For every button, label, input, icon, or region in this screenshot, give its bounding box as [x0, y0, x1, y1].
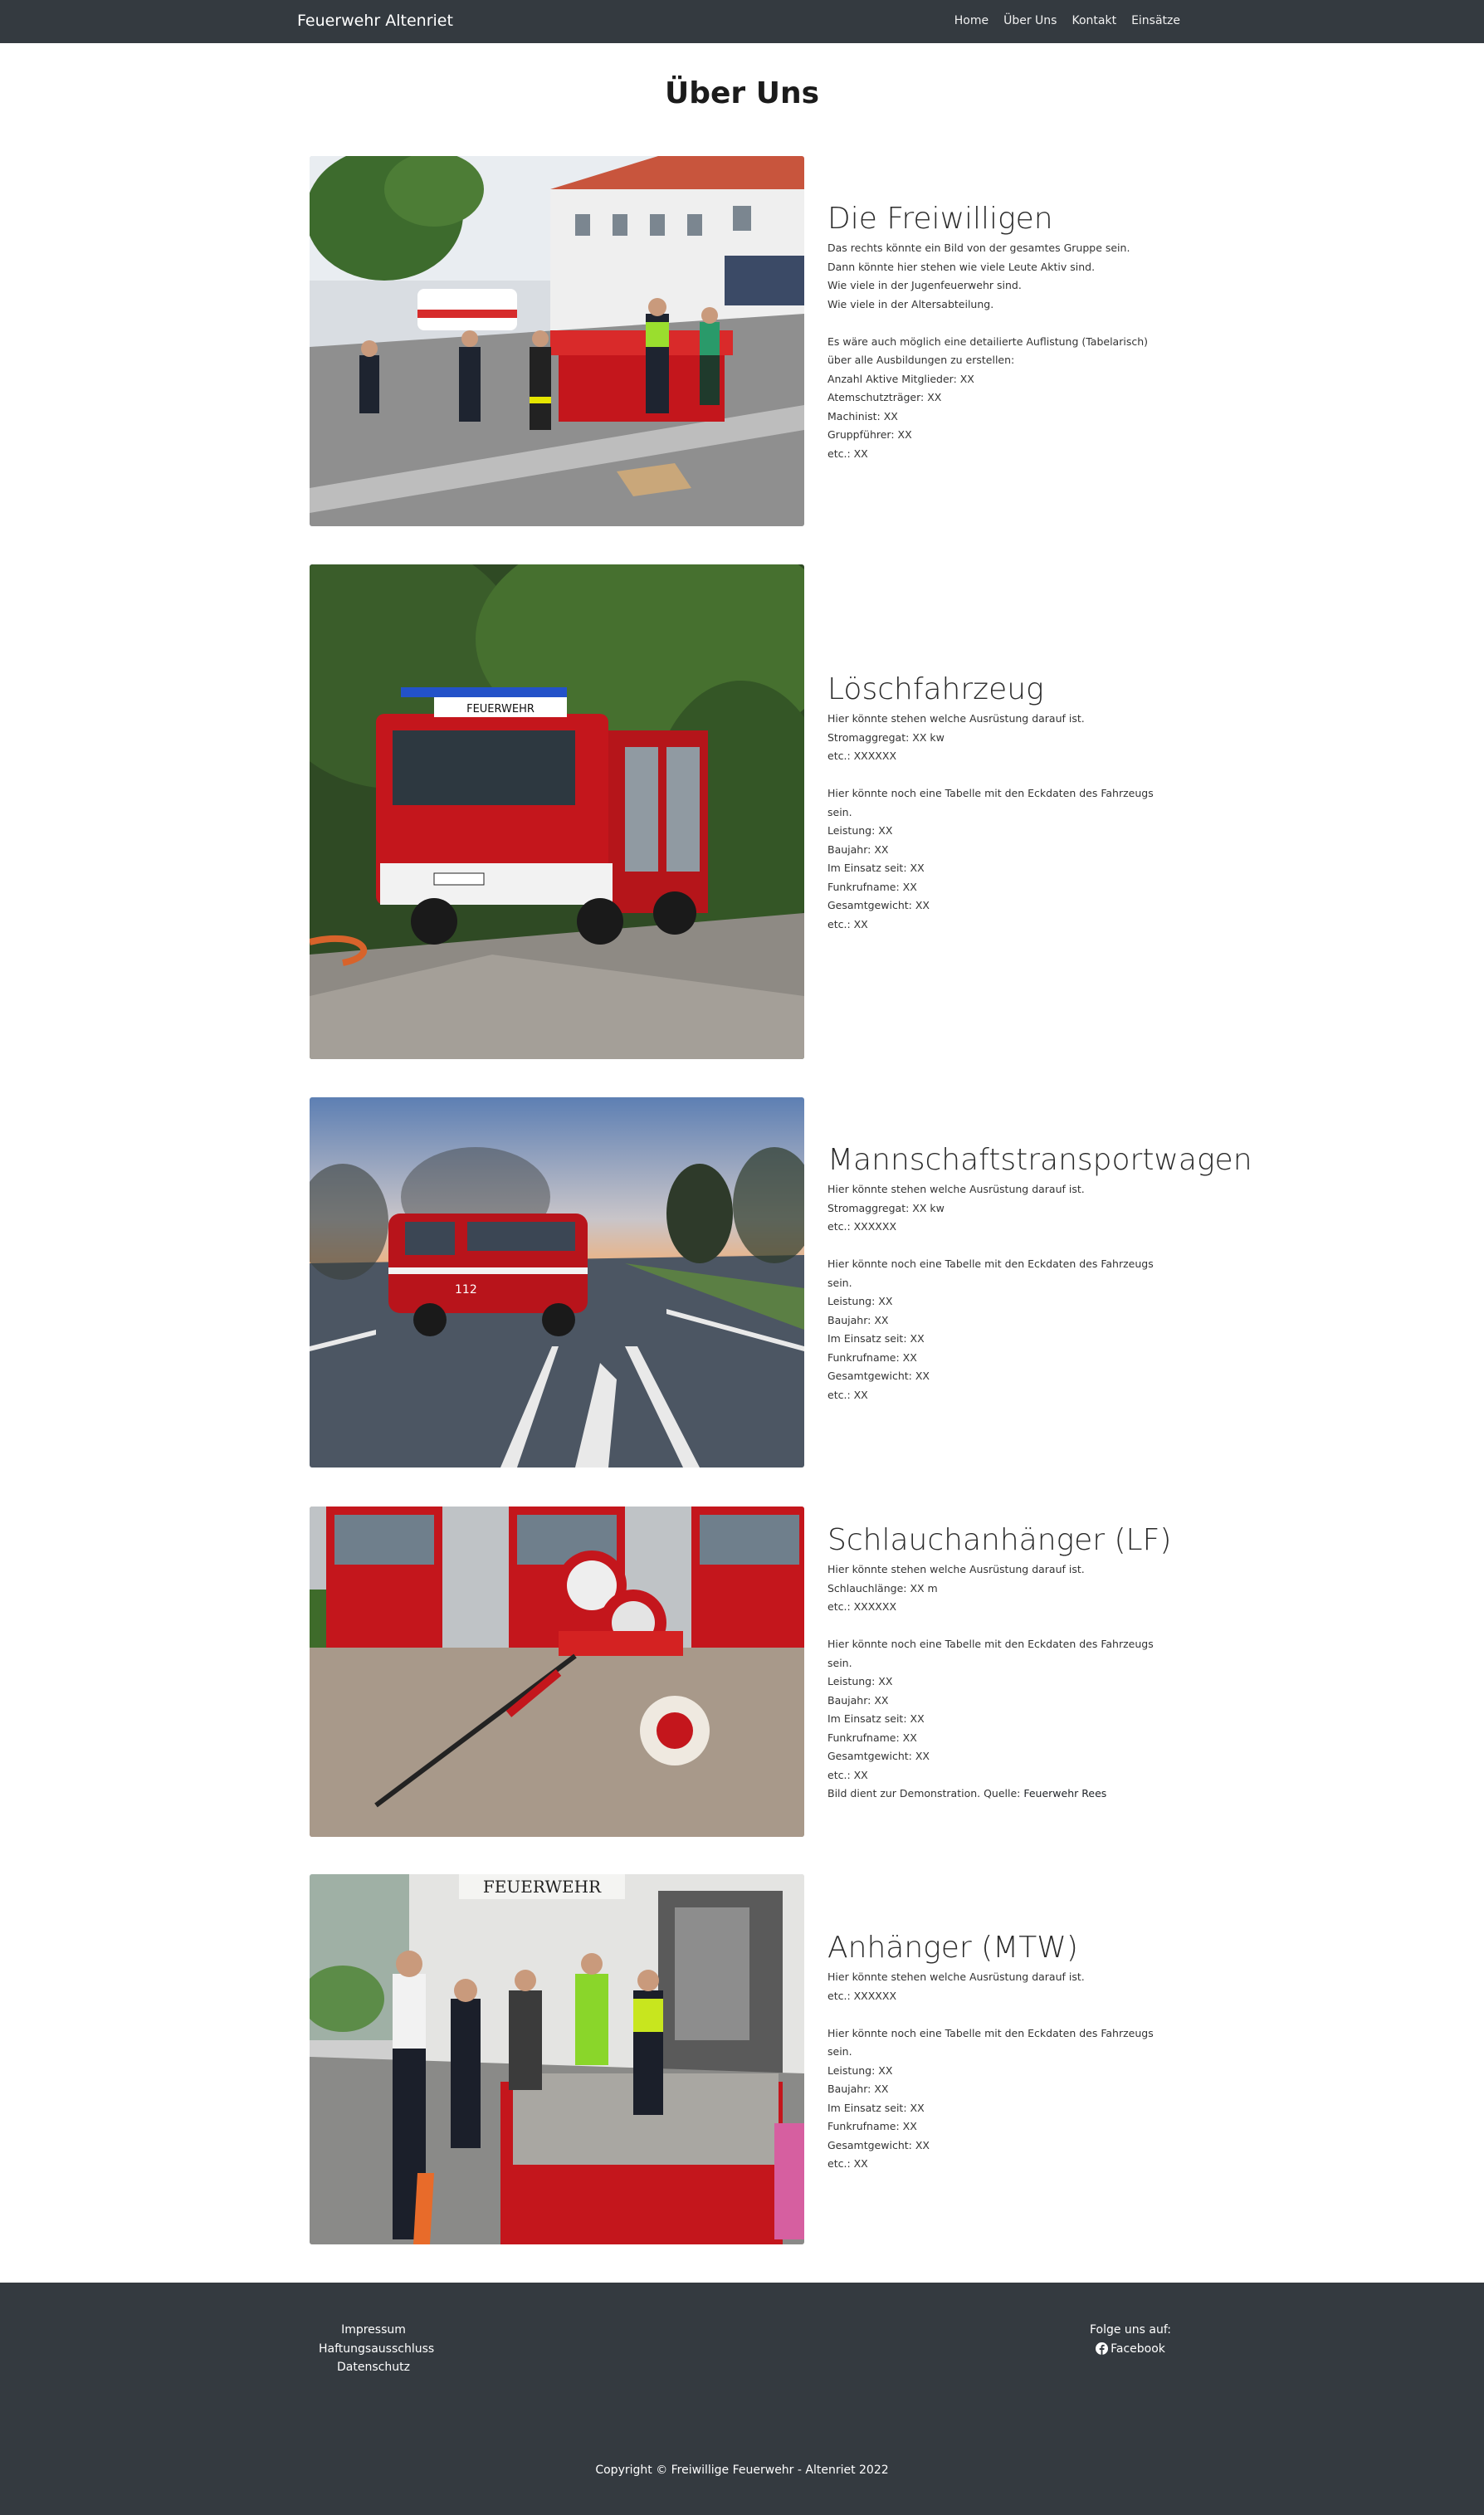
body-line: Funkrufname: XX [827, 2120, 917, 2132]
body-line: Funkrufname: XX [827, 880, 917, 893]
body-line: Hier könnte stehen welche Ausrüstung dar… [827, 712, 1085, 725]
body-line: sein. [827, 1656, 852, 1669]
body-line: Leistung: XX [827, 824, 893, 837]
text-schlauchanhaenger: Schlauchanhänger (LF) Hier könnte stehen… [827, 1523, 1218, 1804]
body-line: etc.: XXXXXX [827, 1989, 897, 2002]
body-line: etc.: XX [827, 447, 868, 460]
body-line: Es wäre auch möglich eine detailierte Au… [827, 335, 1149, 348]
body-line: Funkrufname: XX [827, 1731, 917, 1744]
truck-sign: FEUERWEHR [466, 703, 535, 715]
footer-links: Impressum Haftungsausschluss Datenschutz [319, 2321, 434, 2377]
footer-link-haftungsausschluss[interactable]: Haftungsausschluss [319, 2340, 434, 2359]
section-title: Schlauchanhänger (LF) [827, 1523, 1172, 1557]
body-line: Leistung: XX [827, 1295, 893, 1307]
section-body: Hier könnte stehen welche Ausrüstung dar… [827, 710, 1218, 934]
body-line: Gesamtgewicht: XX [827, 1750, 930, 1762]
body-line: Wie viele in der Jugenfeuerwehr sind. [827, 279, 1022, 291]
section-body: Hier könnte stehen welche Ausrüstung dar… [827, 1560, 1218, 1804]
body-line: Dann könnte hier stehen wie viele Leute … [827, 260, 1096, 273]
body-line: Baujahr: XX [827, 1313, 889, 1326]
body-line: Hier könnte noch eine Tabelle mit den Ec… [827, 2026, 1154, 2039]
body-line: Baujahr: XX [827, 1693, 889, 1707]
follow-us: Folge uns auf: Facebook [1081, 2321, 1180, 2361]
body-line: etc.: XXXXXX [827, 1600, 897, 1613]
body-line: Im Einsatz seit: XX [827, 2101, 925, 2114]
building-sign: FEUERWEHR [483, 1877, 602, 1897]
body-line: Leistung: XX [827, 2063, 893, 2077]
section-body: Hier könnte stehen welche Ausrüstung dar… [827, 1180, 1218, 1404]
body-line: Anzahl Aktive Mitglieder: XX [827, 372, 974, 385]
nav-link-home[interactable]: Home [954, 14, 989, 27]
body-line: Hier könnte noch eine Tabelle mit den Ec… [827, 787, 1154, 799]
facebook-icon [1096, 2342, 1109, 2356]
body-line: etc.: XXXXXX [827, 750, 897, 762]
group-photo [310, 156, 804, 526]
body-line: Atemschutzträger: XX [827, 391, 942, 403]
body-line: Stromaggregat: XX kw [827, 730, 945, 744]
body-line: Hier könnte stehen welche Ausrüstung dar… [827, 1183, 1085, 1195]
section-body: Hier könnte stehen welche Ausrüstung dar… [827, 1968, 1218, 2174]
section-title: Die Freiwilligen [827, 202, 1053, 236]
body-line: sein. [827, 1276, 852, 1289]
body-line: sein. [827, 805, 852, 818]
navbar: Feuerwehr Altenriet Home Über Uns Kontak… [0, 0, 1484, 43]
body-line: Funkrufname: XX [827, 1350, 917, 1364]
section-title: Löschfahrzeug [827, 672, 1044, 706]
section-title: Anhänger (MTW) [827, 1931, 1078, 1965]
body-line: Machinist: XX [827, 409, 898, 422]
trailer-sandbags-photo: FEUERWEHR [310, 1874, 804, 2244]
body-line: Im Einsatz seit: XX [827, 862, 925, 874]
van-number: 112 [455, 1283, 477, 1297]
body-line: Gruppführer: XX [827, 428, 912, 441]
follow-label: Folge uns auf: [1089, 2323, 1172, 2337]
body-line: Hier könnte noch eine Tabelle mit den Ec… [827, 1258, 1154, 1270]
body-line: Baujahr: XX [827, 842, 889, 856]
section-title: Mannschaftstransportwagen [827, 1143, 1252, 1177]
nav-links: Home Über Uns Kontakt Einsätze [954, 14, 1180, 27]
body-line: Schlauchlänge: XX m [827, 1581, 938, 1594]
footer-link-impressum[interactable]: Impressum [319, 2321, 428, 2340]
source-line: Bild dient zur Demonstration. Quelle: Fe… [827, 1785, 1218, 1804]
body-line: etc.: XX [827, 1768, 868, 1781]
body-line: Im Einsatz seit: XX [827, 1332, 925, 1345]
facebook-label: Facebook [1111, 2342, 1165, 2356]
body-line: etc.: XX [827, 1388, 868, 1401]
body-line: Leistung: XX [827, 1675, 893, 1687]
body-line: Baujahr: XX [827, 2083, 889, 2095]
body-line: Das rechts könnte ein Bild von der gesam… [827, 242, 1130, 254]
body-line: etc.: XX [827, 2157, 868, 2170]
body-line: Gesamtgewicht: XX [827, 899, 930, 911]
page-title: Über Uns [665, 76, 819, 110]
body-line: Wie viele in der Altersabteilung. [827, 297, 994, 310]
fire-truck-photo: FEUERWEHR [310, 564, 804, 1059]
body-line: Stromaggregat: XX kw [827, 1201, 945, 1214]
copyright: Copyright © Freiwillige Feuerwehr - Alte… [595, 2464, 889, 2477]
footer: Impressum Haftungsausschluss Datenschutz… [0, 2283, 1484, 2515]
text-loeschfahrzeug: Löschfahrzeug Hier könnte stehen welche … [827, 672, 1218, 934]
nav-link-kontakt[interactable]: Kontakt [1072, 14, 1116, 27]
body-line: Hier könnte noch eine Tabelle mit den Ec… [827, 1638, 1154, 1650]
source-prefix: Bild dient zur Demonstration. Quelle: [827, 1787, 1024, 1800]
section-body: Das rechts könnte ein Bild von der gesam… [827, 239, 1218, 463]
text-mannschaftstransportwagen: Mannschaftstransportwagen Hier könnte st… [827, 1143, 1252, 1404]
text-freiwilligen: Die Freiwilligen Das rechts könnte ein B… [827, 202, 1218, 463]
van-photo: 112 [310, 1097, 804, 1467]
source-link[interactable]: Feuerwehr Rees [1023, 1787, 1106, 1800]
nav-link-ueber-uns[interactable]: Über Uns [1003, 14, 1057, 27]
brand-link[interactable]: Feuerwehr Altenriet [297, 12, 453, 30]
body-line: etc.: XXXXXX [827, 1220, 897, 1233]
body-line: etc.: XX [827, 917, 868, 930]
nav-link-einsaetze[interactable]: Einsätze [1131, 14, 1180, 27]
body-line: über alle Ausbildungen zu erstellen: [827, 354, 1015, 366]
footer-link-datenschutz[interactable]: Datenschutz [319, 2358, 428, 2377]
hose-trailer-photo [310, 1507, 804, 1837]
body-line: Im Einsatz seit: XX [827, 1712, 925, 1725]
body-line: Gesamtgewicht: XX [827, 1370, 930, 1382]
body-line: Hier könnte stehen welche Ausrüstung dar… [827, 1563, 1085, 1575]
body-line: sein. [827, 2045, 852, 2058]
body-line: Hier könnte stehen welche Ausrüstung dar… [827, 1970, 1085, 1983]
facebook-link[interactable]: Facebook [1096, 2340, 1165, 2359]
body-line: Gesamtgewicht: XX [827, 2138, 930, 2151]
text-anhaenger-mtw: Anhänger (MTW) Hier könnte stehen welche… [827, 1931, 1218, 2174]
